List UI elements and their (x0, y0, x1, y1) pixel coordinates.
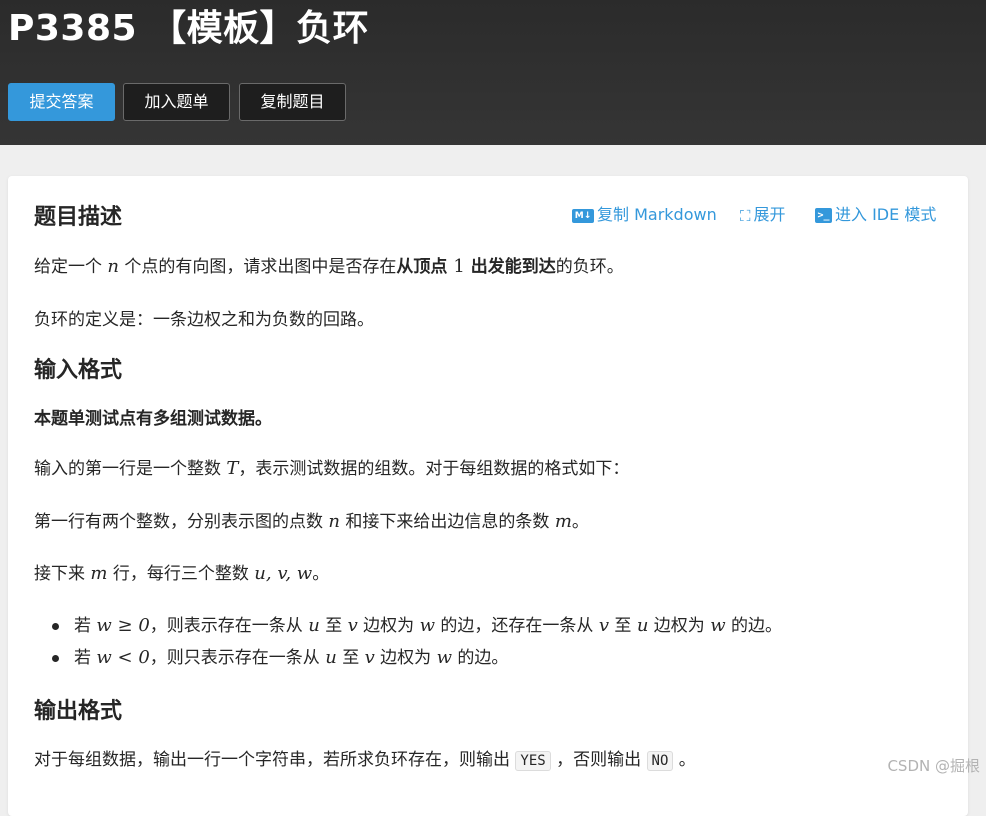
problem-title: P3385 【模板】负环 (8, 8, 370, 49)
list-item: 若 w < 0，则只表示存在一条从 u 至 v 边权为 w 的边。 (34, 642, 782, 674)
text: 至 (319, 616, 348, 636)
input-format-paragraph-3: 接下来 m 行，每行三个整数 u, v, w。 (34, 561, 329, 587)
text: 。 (673, 750, 696, 770)
expand-link[interactable]: ⛶ 展开 (740, 204, 786, 227)
bold-text: 从顶点 (396, 257, 454, 277)
list-item: 若 w ≥ 0，则表示存在一条从 u 至 v 边权为 w 的边，还存在一条从 v… (34, 610, 782, 642)
math: m (554, 511, 572, 532)
text: 的边，还存在一条从 (435, 616, 599, 636)
math: n (328, 511, 340, 532)
copy-problem-button[interactable]: 复制题目 (239, 83, 346, 121)
inline-code: YES (515, 751, 551, 771)
terminal-icon: >_ (815, 208, 832, 223)
text: 边权为 (648, 616, 711, 636)
text: 若 (74, 616, 97, 636)
math: 1 (453, 256, 465, 277)
text: 对于每组数据，输出一行一个字符串，若所求负环存在，则输出 (34, 750, 516, 770)
math: u (636, 615, 649, 636)
math: w ≥ 0 (96, 615, 150, 636)
input-format-bullet-list: 若 w ≥ 0，则表示存在一条从 u 至 v 边权为 w 的边，还存在一条从 v… (34, 610, 782, 674)
expand-label: 展开 (753, 205, 786, 224)
text: ，则表示存在一条从 (149, 616, 309, 636)
input-format-paragraph-1: 输入的第一行是一个整数 T，表示测试数据的组数。对于每组数据的格式如下： (34, 456, 629, 482)
expand-icon: ⛶ (740, 206, 751, 225)
text: 和接下来给出边信息的条数 (340, 512, 555, 532)
text: ，则只表示存在一条从 (149, 648, 326, 668)
text: 至 (609, 616, 637, 636)
text: 输入的第一行是一个整数 (34, 459, 227, 479)
text: 个点的有向图，请求出图中是否存在 (119, 257, 397, 277)
description-paragraph-2: 负环的定义是：一条边权之和为负数的回路。 (34, 310, 374, 330)
output-format-heading: 输出格式 (34, 699, 123, 724)
add-to-problem-list-button[interactable]: 加入题单 (123, 83, 230, 121)
text: 边权为 (374, 648, 437, 668)
output-format-paragraph-1: 对于每组数据，输出一行一个字符串，若所求负环存在，则输出 YES ，否则输出 N… (34, 747, 696, 774)
math: u, v, w (254, 563, 313, 584)
math: v (364, 647, 375, 668)
math: m (90, 563, 108, 584)
math: w < 0 (96, 647, 150, 668)
math: w (436, 647, 453, 668)
text: 第一行有两个整数，分别表示图的点数 (34, 512, 329, 532)
markdown-icon: M↓ (572, 208, 594, 223)
enter-ide-link[interactable]: >_ 进入 IDE 模式 (815, 204, 936, 226)
math: w (419, 615, 436, 636)
text: 给定一个 (34, 257, 108, 277)
math: u (325, 647, 337, 668)
copy-markdown-label: 复制 Markdown (597, 205, 717, 224)
math: v (598, 615, 609, 636)
math: v (347, 615, 358, 636)
enter-ide-label: 进入 IDE 模式 (835, 205, 937, 224)
text: 边权为 (357, 616, 420, 636)
math: u (308, 615, 320, 636)
text: 。 (312, 564, 330, 584)
input-format-bold-note: 本题单测试点有多组测试数据。 (34, 409, 272, 429)
math: T (226, 458, 239, 479)
bullet-dot-icon (52, 623, 59, 630)
text: 的边。 (725, 616, 783, 636)
text: 至 (336, 648, 365, 668)
csdn-watermark: CSDN @掘根 (887, 757, 980, 775)
math: n (107, 256, 119, 277)
text: ，否则输出 (550, 750, 647, 770)
text: ，表示测试数据的组数。对于每组数据的格式如下： (238, 459, 630, 479)
submit-answer-button[interactable]: 提交答案 (8, 83, 115, 121)
text: 行，每行三个整数 (107, 564, 255, 584)
problem-header: P3385 【模板】负环 提交答案 加入题单 复制题目 (0, 0, 986, 145)
bullet-dot-icon (52, 655, 59, 662)
description-heading: 题目描述 (34, 205, 123, 230)
copy-markdown-link[interactable]: M↓ 复制 Markdown (572, 204, 717, 226)
text: 若 (74, 648, 97, 668)
text: 接下来 (34, 564, 91, 584)
input-format-paragraph-2: 第一行有两个整数，分别表示图的点数 n 和接下来给出边信息的条数 m。 (34, 509, 589, 535)
math: w (710, 615, 726, 636)
input-format-heading: 输入格式 (34, 358, 123, 383)
inline-code: NO (646, 751, 674, 771)
bold-text: 出发能到达 (464, 257, 556, 277)
text: 。 (571, 512, 589, 532)
text: 的边。 (452, 648, 509, 668)
description-paragraph-1: 给定一个 n 个点的有向图，请求出图中是否存在从顶点 1 出发能到达的负环。 (34, 254, 624, 280)
text: 的负环。 (555, 257, 624, 277)
